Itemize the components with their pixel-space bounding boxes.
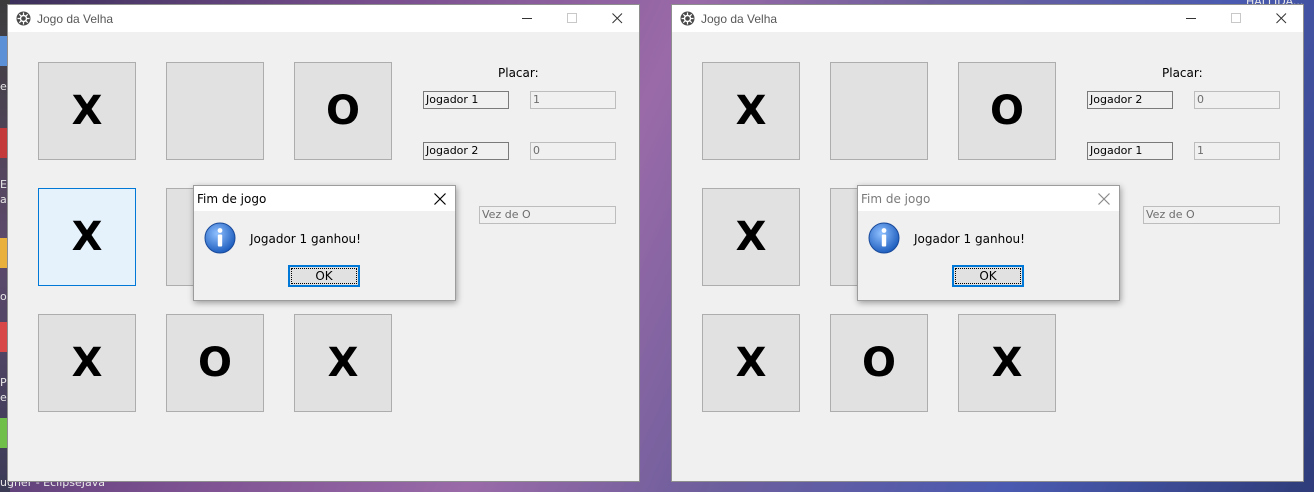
title-bar[interactable]: Jogo da Velha <box>672 5 1303 32</box>
board-cell[interactable]: X <box>702 62 800 160</box>
close-icon <box>1276 13 1287 24</box>
dialog-message: Jogador 1 ganhou! <box>250 232 361 246</box>
board-cell[interactable]: O <box>166 314 264 412</box>
board-cell[interactable]: X <box>38 188 136 286</box>
board-cell[interactable]: O <box>294 62 392 160</box>
game-over-dialog[interactable]: Fim de jogo Jogador 1 ganhou! OK <box>193 185 456 301</box>
player1-name-field[interactable]: Jogador 2 <box>1087 91 1173 109</box>
close-icon[interactable] <box>433 192 447 206</box>
minimize-button[interactable] <box>505 5 550 32</box>
window-title: Jogo da Velha <box>37 12 114 26</box>
player2-score-field: 1 <box>1194 142 1280 160</box>
minimize-icon <box>522 18 532 19</box>
game-over-dialog[interactable]: Fim de jogo Jogador 1 ganhou! OK <box>857 185 1120 301</box>
maximize-icon <box>567 13 577 23</box>
player1-name-field[interactable]: Jogador 1 <box>423 91 509 109</box>
minimize-button[interactable] <box>1169 5 1214 32</box>
ok-button[interactable]: OK <box>288 265 360 287</box>
info-icon <box>868 222 900 254</box>
close-button[interactable] <box>1259 5 1304 32</box>
title-bar[interactable]: Jogo da Velha <box>8 5 639 32</box>
minimize-icon <box>1186 18 1196 19</box>
close-button[interactable] <box>595 5 640 32</box>
board-cell[interactable]: X <box>702 314 800 412</box>
close-icon <box>612 13 623 24</box>
player2-name-field[interactable]: Jogador 1 <box>1087 142 1173 160</box>
window-title: Jogo da Velha <box>701 12 778 26</box>
board-cell[interactable]: X <box>38 62 136 160</box>
board-cell[interactable]: X <box>702 188 800 286</box>
java-cup-icon <box>16 11 31 26</box>
player2-score-field: 0 <box>530 142 616 160</box>
board-cell[interactable]: X <box>958 314 1056 412</box>
dialog-title-bar[interactable]: Fim de jogo <box>194 186 455 211</box>
board-cell[interactable]: X <box>38 314 136 412</box>
close-icon[interactable] <box>1097 192 1111 206</box>
turn-field: Vez de O <box>1143 206 1280 224</box>
dialog-title-bar[interactable]: Fim de jogo <box>858 186 1119 211</box>
game-window-right[interactable]: Jogo da Velha X O X X O X Placar: Jogado… <box>671 4 1304 482</box>
info-icon <box>204 222 236 254</box>
desktop-fragment-text: e <box>0 80 7 93</box>
board-cell[interactable] <box>830 62 928 160</box>
dialog-title: Fim de jogo <box>861 192 931 206</box>
score-label: Placar: <box>1162 66 1203 80</box>
board-cell[interactable]: O <box>958 62 1056 160</box>
dialog-title: Fim de jogo <box>197 192 267 206</box>
desktop-fragment-text: P <box>0 376 7 389</box>
player1-score-field: 0 <box>1194 91 1280 109</box>
maximize-button[interactable] <box>1214 5 1259 32</box>
board-cell[interactable]: X <box>294 314 392 412</box>
maximize-button[interactable] <box>550 5 595 32</box>
dialog-message: Jogador 1 ganhou! <box>914 232 1025 246</box>
game-window-left[interactable]: Jogo da Velha X O X X O X Placar: Jogado… <box>7 4 640 482</box>
board-cell[interactable]: O <box>830 314 928 412</box>
turn-field: Vez de O <box>479 206 616 224</box>
player1-score-field: 1 <box>530 91 616 109</box>
maximize-icon <box>1231 13 1241 23</box>
player2-name-field[interactable]: Jogador 2 <box>423 142 509 160</box>
ok-button[interactable]: OK <box>952 265 1024 287</box>
desktop-fragment-text: o <box>0 290 7 303</box>
score-label: Placar: <box>498 66 539 80</box>
board-cell[interactable] <box>166 62 264 160</box>
java-cup-icon <box>680 11 695 26</box>
desktop-fragment-text: E <box>0 178 7 191</box>
